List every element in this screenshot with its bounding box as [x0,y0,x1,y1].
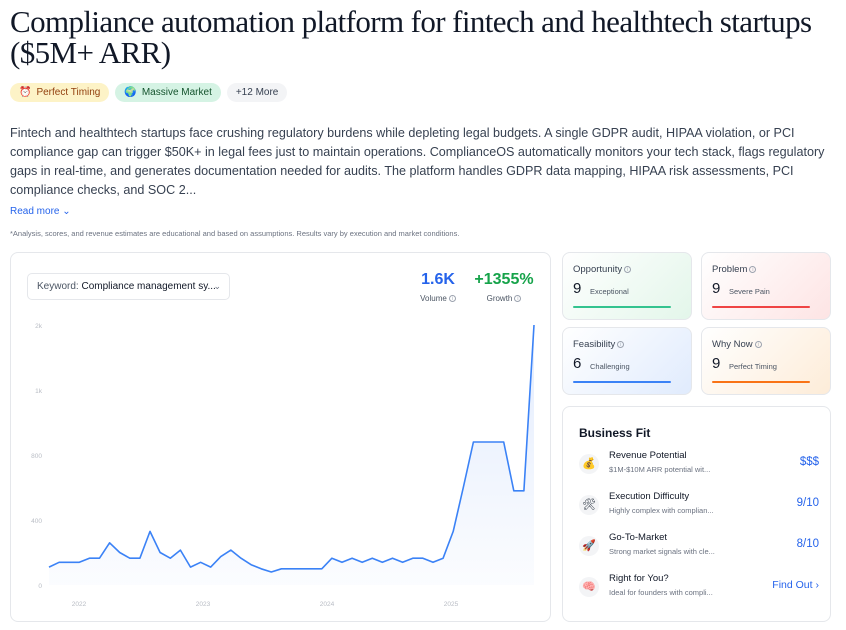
feasibility-title: Feasibility [573,339,616,350]
fit-row-subtitle: Highly complex with complian... [609,506,714,515]
globe-icon: 🌍 [124,87,137,98]
fit-row-value: 8/10 [796,538,819,550]
trend-chart: 2k 1k 800 400 0 2022 2023 2024 2025 [31,323,535,608]
feasibility-card: Feasibility i 6 Challenging [562,327,692,395]
why-now-label: Perfect Timing [729,362,777,371]
y-tick-label: 0 [38,583,42,590]
find-out-label: Find Out [772,579,813,591]
money-bag-icon: 💰 [579,454,599,474]
why-now-title: Why Now [712,339,753,350]
find-out-link[interactable]: Find Out › [772,579,819,591]
info-icon[interactable]: i [749,265,757,273]
y-tick-label: 2k [35,323,43,330]
fit-row-go-to-market[interactable]: 🚀 Go-To-Market Strong market signals wit… [579,531,819,561]
chevron-down-icon: ⌄ [62,206,71,217]
badge-row: ⏰ Perfect Timing 🌍 Massive Market +12 Mo… [10,83,288,102]
badge-perfect-timing[interactable]: ⏰ Perfect Timing [10,83,110,102]
problem-card: Problem i 9 Severe Pain [701,252,831,320]
brain-icon: 🧠 [579,577,599,597]
trend-chart-card: Keyword: Compliance management sy... ⌄ 1… [10,252,551,622]
badge-label: Perfect Timing [36,87,101,98]
opportunity-title: Opportunity [573,264,623,275]
chevron-right-icon: › [815,579,820,591]
problem-label: Severe Pain [729,287,770,296]
badge-more[interactable]: +12 More [226,83,288,102]
fit-row-title: Right for You? [609,573,669,584]
fit-row-revenue[interactable]: 💰 Revenue Potential $1M-$10M ARR potenti… [579,449,819,479]
feasibility-score: 6 [573,355,582,372]
fit-row-title: Go-To-Market [609,532,668,543]
opportunity-card: Opportunity i 9 Exceptional [562,252,692,320]
problem-score: 9 [712,280,721,297]
disclaimer: *Analysis, scores, and revenue estimates… [10,229,460,238]
why-now-card: Why Now i 9 Perfect Timing [701,327,831,395]
opportunity-score: 9 [573,280,582,297]
info-icon[interactable]: i [754,340,762,348]
feasibility-label: Challenging [590,362,630,371]
opportunity-bar [573,306,671,308]
fit-row-right-for-you[interactable]: 🧠 Right for You? Ideal for founders with… [579,572,819,602]
y-tick-label: 400 [31,518,42,525]
fit-row-execution[interactable]: 🛠 Execution Difficulty Highly complex wi… [579,490,819,520]
read-more-link[interactable]: Read more ⌄ [10,206,71,217]
why-now-score: 9 [712,355,721,372]
fit-row-value: 9/10 [796,497,819,509]
fit-row-title: Revenue Potential [609,450,687,461]
problem-title: Problem [712,264,748,275]
fit-row-value: $$$ [799,456,819,468]
description: Fintech and healthtech startups face cru… [10,126,825,197]
rocket-icon: 🚀 [579,536,599,556]
info-icon[interactable]: i [617,340,625,348]
badge-massive-market[interactable]: 🌍 Massive Market [115,83,221,102]
fit-row-subtitle: Strong market signals with cle... [609,547,715,556]
problem-bar [712,306,810,308]
x-tick-label: 2022 [72,601,87,608]
badge-label: Massive Market [141,87,212,98]
fit-row-title: Execution Difficulty [609,491,690,502]
business-fit-card: Business Fit 💰 Revenue Potential $1M-$10… [562,406,831,622]
opportunity-label: Exceptional [590,287,629,296]
feasibility-bar [573,381,671,383]
business-fit-title: Business Fit [579,426,651,440]
y-tick-label: 1k [35,388,43,395]
badge-label: +12 More [235,87,279,98]
page-title: Compliance automation platform for finte… [10,4,812,70]
fit-row-subtitle: Ideal for founders with compli... [609,588,713,597]
x-tick-label: 2024 [320,601,335,608]
trend-area [49,325,534,585]
alarm-clock-icon: ⏰ [19,87,32,98]
x-tick-label: 2023 [196,601,211,608]
read-more-label: Read more [10,206,60,217]
x-tick-label: 2025 [444,601,459,608]
fit-row-subtitle: $1M-$10M ARR potential wit... [609,465,711,474]
info-icon[interactable]: i [624,265,632,273]
y-tick-label: 800 [31,453,42,460]
tools-icon: 🛠 [579,495,599,515]
why-now-bar [712,381,810,383]
